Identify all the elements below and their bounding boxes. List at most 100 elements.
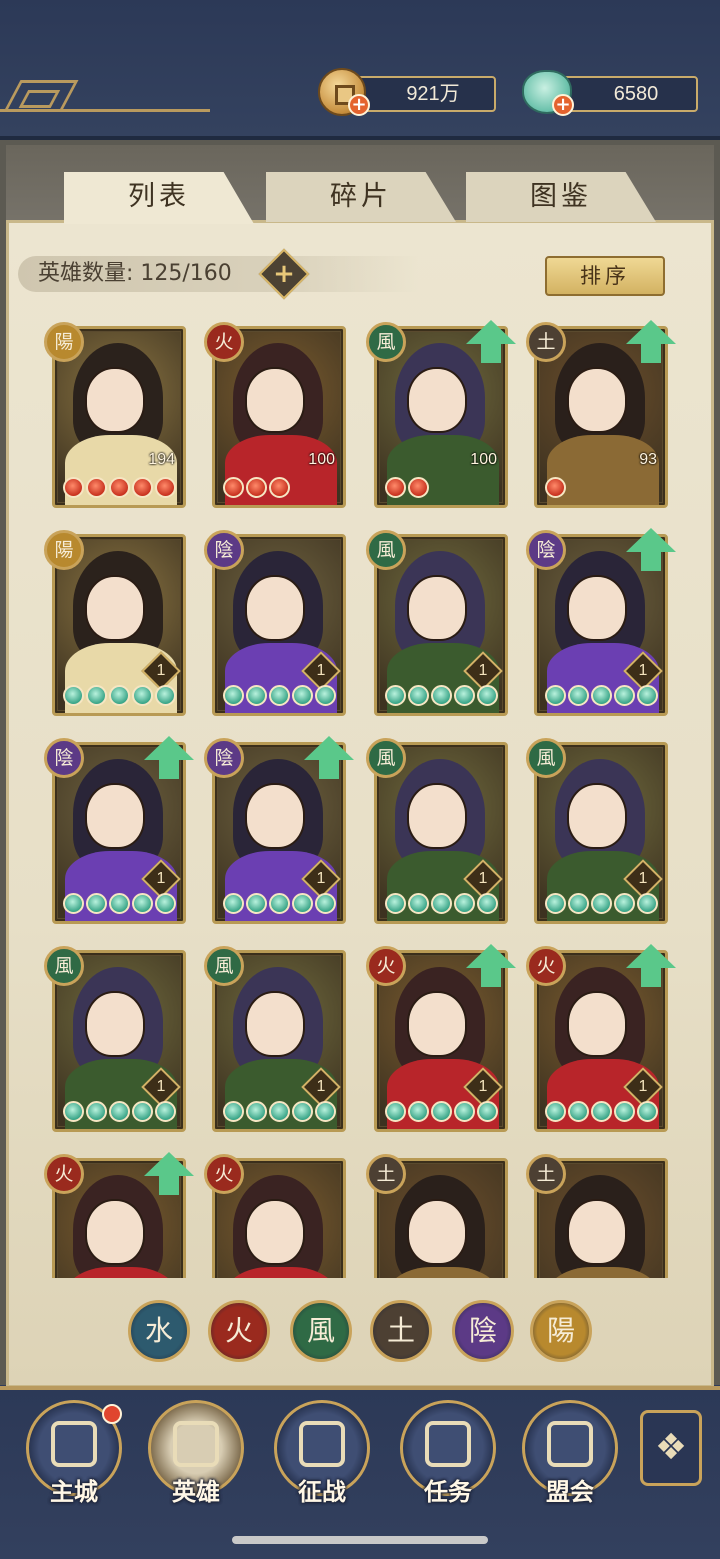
star-pip-icon [545,477,566,498]
hero-level: 1 [316,1078,326,1095]
star-pip-icon [614,685,635,706]
element-badge: 陽 [44,322,84,362]
hero-level: 1 [638,1078,648,1095]
hero-star-pips [385,685,498,707]
star-pip-icon [132,893,153,914]
element-badge: 陰 [204,530,244,570]
more-menu-button[interactable]: ❖ [640,1410,702,1486]
nav-label: 英雄 [172,1478,220,1506]
sort-button[interactable]: 排序 [545,256,665,296]
star-pip-icon [385,893,406,914]
upgrade-arrow-icon [626,528,676,572]
element-badge: 火 [366,946,406,986]
notification-dot [102,1404,122,1424]
hero-portrait [407,991,467,1057]
star-pip-icon [545,893,566,914]
star-pip-icon [155,477,176,498]
filter-yin-button[interactable]: 陰 [452,1300,514,1362]
star-pip-icon [637,1101,658,1122]
star-pip-icon [545,685,566,706]
star-pip-icon [545,1101,566,1122]
tab-codex[interactable]: 图鉴 [466,172,656,222]
hero-portrait [407,575,467,641]
element-badge: 陰 [204,738,244,778]
hero-level: 1 [156,662,166,679]
upgrade-arrow-icon [626,320,676,364]
star-pip-icon [269,893,290,914]
hero-portrait [567,991,627,1057]
add-coins-button[interactable]: + [348,94,370,116]
filter-yang-button[interactable]: 陽 [530,1300,592,1362]
hero-star-pips [545,685,658,707]
filter-fire-button[interactable]: 火 [208,1300,270,1362]
star-pip-icon [568,1101,589,1122]
element-badge: 風 [366,322,406,362]
upgrade-arrow-icon [626,944,676,988]
star-pip-icon [269,477,290,498]
star-pip-icon [454,685,475,706]
star-pip-icon [269,685,290,706]
star-pip-icon [109,893,130,914]
tab-fragments[interactable]: 碎片 [266,172,456,222]
star-pip-icon [246,893,267,914]
filter-wind-button[interactable]: 風 [290,1300,352,1362]
hero-star-pips [385,1101,498,1123]
upgrade-arrow-icon [144,736,194,780]
hero-level: 1 [316,662,326,679]
star-pip-icon [431,685,452,706]
upgrade-arrow-icon [466,320,516,364]
star-pip-icon [477,893,498,914]
star-pip-icon [155,893,176,914]
hero-level: 1 [156,870,166,887]
nav-label: 征战 [298,1478,346,1506]
hero-portrait-icon [173,1421,219,1467]
hero-level: 93 [639,451,657,468]
hero-star-pips [223,477,290,499]
hero-portrait [407,783,467,849]
element-badge: 風 [204,946,244,986]
hero-star-pips [385,893,498,915]
hero-portrait [407,1199,467,1265]
filter-water-button[interactable]: 水 [128,1300,190,1362]
star-pip-icon [408,1101,429,1122]
hero-level: 1 [638,662,648,679]
star-pip-icon [315,1101,336,1122]
plus-icon: + [273,259,295,289]
hero-star-pips [223,685,336,707]
hero-portrait [245,991,305,1057]
element-badge: 陰 [526,530,566,570]
star-pip-icon [431,1101,452,1122]
star-pip-icon [269,1101,290,1122]
star-pip-icon [385,477,406,498]
hero-star-pips [223,893,336,915]
star-pip-icon [614,893,635,914]
upgrade-arrow-icon [304,736,354,780]
element-badge: 陽 [44,530,84,570]
hero-level: 1 [478,1078,488,1095]
element-badge: 風 [44,946,84,986]
star-pip-icon [408,685,429,706]
star-pip-icon [292,893,313,914]
hero-level: 1 [478,662,488,679]
star-pip-icon [591,685,612,706]
star-pip-icon [246,685,267,706]
filter-earth-button[interactable]: 土 [370,1300,432,1362]
hero-portrait [567,1199,627,1265]
hero-level: 194 [148,451,175,468]
star-pip-icon [132,1101,153,1122]
star-pip-icon [385,1101,406,1122]
hero-level: 100 [308,451,335,468]
star-pip-icon [477,685,498,706]
star-pip-icon [568,685,589,706]
star-pip-icon [591,1101,612,1122]
hero-portrait [85,991,145,1057]
element-badge: 土 [526,322,566,362]
hero-level: 1 [156,1078,166,1095]
star-pip-icon [63,685,84,706]
hero-portrait [85,783,145,849]
hero-portrait [85,367,145,433]
star-pip-icon [292,1101,313,1122]
hero-portrait [407,367,467,433]
tab-list[interactable]: 列表 [64,172,254,224]
add-jade-button[interactable]: + [552,94,574,116]
